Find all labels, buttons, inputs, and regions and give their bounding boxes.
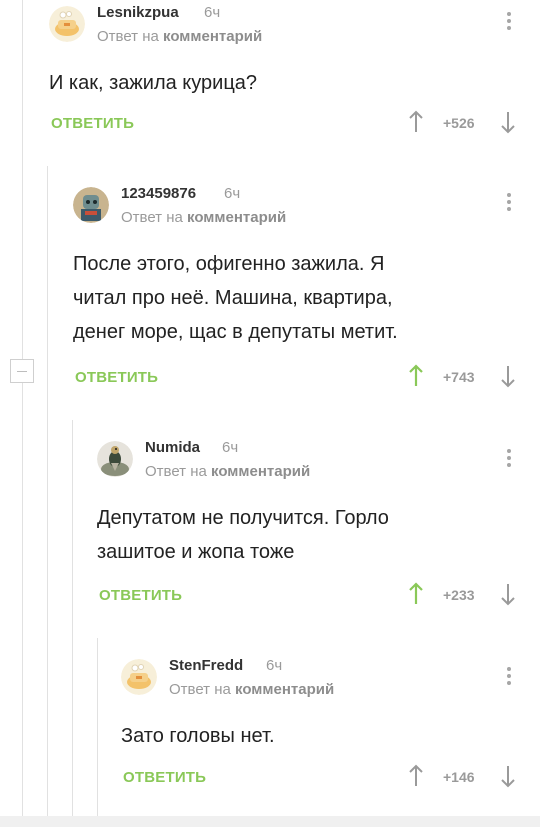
upvote-arrow-icon[interactable]	[408, 764, 424, 788]
comment-time: 6ч	[266, 657, 283, 674]
username[interactable]: 123459876	[121, 185, 196, 202]
reply-to-prefix: Ответ на	[97, 28, 159, 45]
reply-button[interactable]: ОТВЕТИТЬ	[51, 115, 134, 132]
thread-line-level-1	[22, 0, 23, 359]
downvote-arrow-icon[interactable]	[500, 110, 516, 134]
reply-to-line: Ответ на комментарий	[121, 209, 286, 226]
avatar[interactable]	[73, 187, 109, 223]
username[interactable]: StenFredd	[169, 657, 243, 674]
reply-button[interactable]: ОТВЕТИТЬ	[99, 587, 182, 604]
chicken-avatar-icon	[121, 659, 157, 695]
comment-text: Депутатом не получится. Горло зашитое и …	[97, 501, 389, 569]
more-options-icon[interactable]	[507, 12, 511, 33]
avatar[interactable]	[121, 659, 157, 695]
comment-time: 6ч	[224, 185, 241, 202]
reply-to-line: Ответ на комментарий	[97, 28, 262, 45]
reply-to-line: Ответ на комментарий	[145, 463, 310, 480]
comment-line: читал про неё. Машина, квартира,	[73, 287, 393, 309]
reply-to-line: Ответ на комментарий	[169, 681, 334, 698]
character-avatar-icon	[73, 187, 109, 223]
comment-line: зашитое и жопа тоже	[97, 541, 295, 563]
reply-to-link[interactable]: комментарий	[235, 681, 334, 698]
reply-to-prefix: Ответ на	[169, 681, 231, 698]
reply-to-link[interactable]: комментарий	[211, 463, 310, 480]
reply-button[interactable]: ОТВЕТИТЬ	[75, 369, 158, 386]
comment-text: И как, зажила курица?	[49, 66, 257, 100]
chicken-avatar-icon	[49, 6, 85, 42]
reply-to-prefix: Ответ на	[145, 463, 207, 480]
downvote-arrow-icon[interactable]	[500, 364, 516, 388]
username[interactable]: Lesnikzpua	[97, 4, 179, 21]
more-options-icon[interactable]	[507, 449, 511, 470]
reply-to-link[interactable]: комментарий	[187, 209, 286, 226]
upvote-arrow-icon[interactable]	[408, 582, 424, 606]
upvote-arrow-icon[interactable]	[408, 110, 424, 134]
downvote-arrow-icon[interactable]	[500, 582, 516, 606]
thread-line-level-2	[47, 166, 48, 816]
thread-line-level-3	[72, 420, 73, 816]
downvote-arrow-icon[interactable]	[500, 764, 516, 788]
avatar[interactable]	[49, 6, 85, 42]
rating-score: +743	[443, 369, 475, 385]
comment-time: 6ч	[222, 439, 239, 456]
collapse-thread-button[interactable]	[10, 359, 34, 383]
reply-to-link[interactable]: комментарий	[163, 28, 262, 45]
comment-line: После этого, офигенно зажила. Я	[73, 253, 385, 275]
thread-line-level-4	[97, 638, 98, 816]
comment-line: Депутатом не получится. Горло	[97, 507, 389, 529]
upvote-arrow-icon[interactable]	[408, 364, 424, 388]
username[interactable]: Numida	[145, 439, 200, 456]
rating-score: +233	[443, 587, 475, 603]
avatar[interactable]	[97, 441, 133, 477]
reply-button[interactable]: ОТВЕТИТЬ	[123, 769, 206, 786]
comment-time: 6ч	[204, 4, 221, 21]
bottom-divider	[0, 816, 540, 827]
reply-to-prefix: Ответ на	[121, 209, 183, 226]
comment-line: Зато головы нет.	[121, 725, 275, 747]
comment-line: денег море, щас в депутаты метит.	[73, 321, 398, 343]
rating-score: +526	[443, 115, 475, 131]
comment-line: И как, зажила курица?	[49, 72, 258, 94]
comment-text: После этого, офигенно зажила. Я читал пр…	[73, 247, 398, 349]
bird-avatar-icon	[97, 441, 133, 477]
more-options-icon[interactable]	[507, 667, 511, 688]
rating-score: +146	[443, 769, 475, 785]
comment-text: Зато головы нет.	[121, 719, 275, 753]
thread-line-level-1-lower	[22, 383, 23, 816]
more-options-icon[interactable]	[507, 193, 511, 214]
